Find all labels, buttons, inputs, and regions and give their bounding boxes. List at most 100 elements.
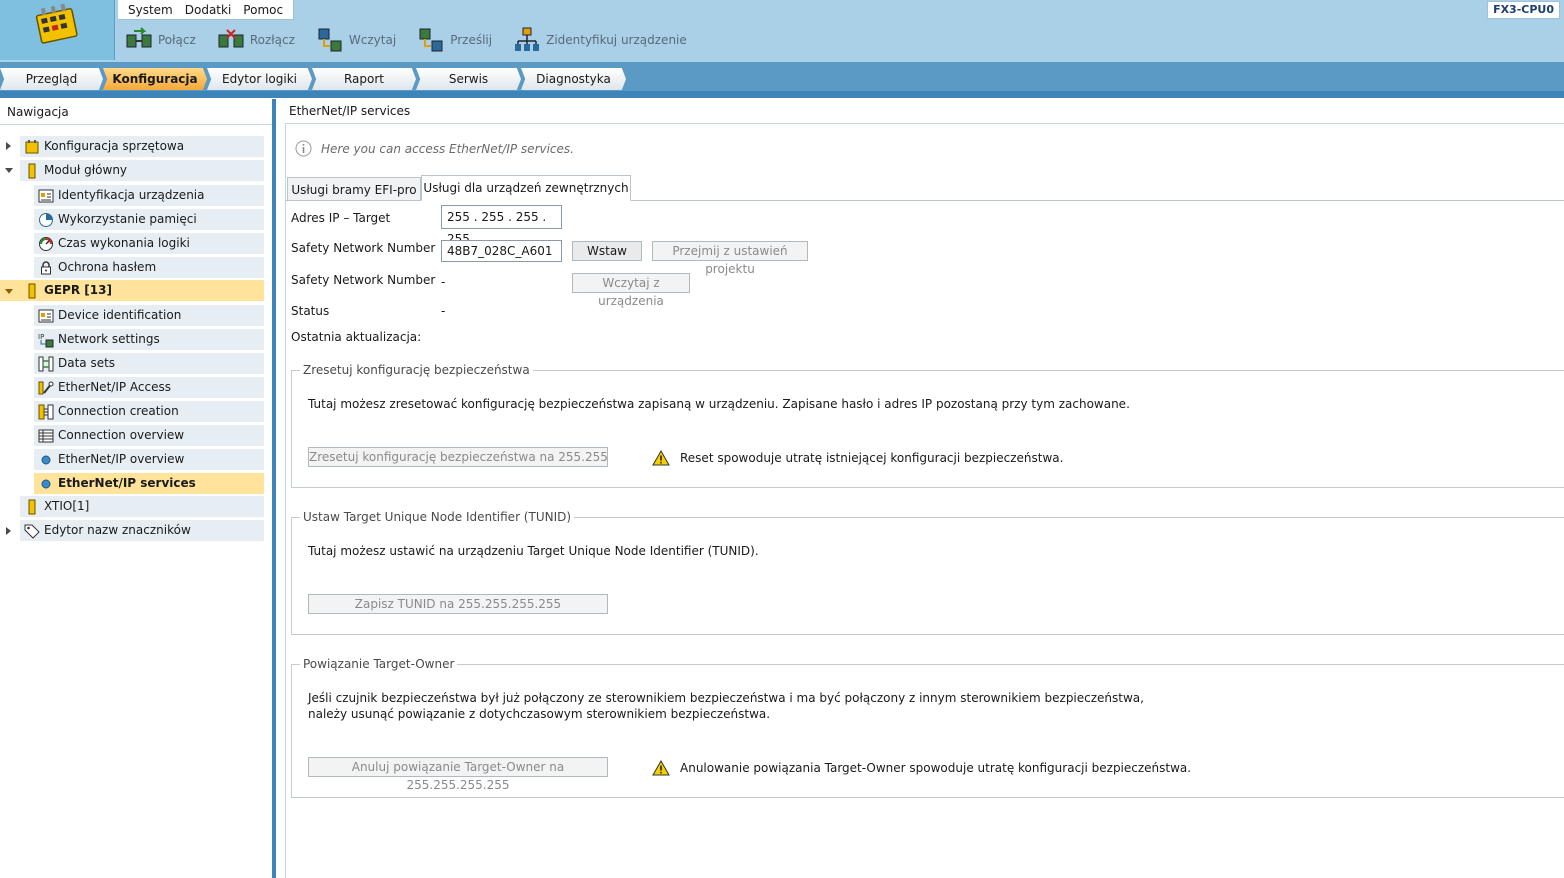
identify-device-button[interactable]: Zidentyfikuj urządzenie (506, 27, 687, 53)
load-from-device-button[interactable]: Wczytaj z urządzenia (572, 273, 690, 308)
insert-button[interactable]: Wstaw (572, 241, 642, 261)
tab-report[interactable]: Raport (312, 68, 416, 90)
identification-icon (38, 309, 54, 322)
cancel-target-owner-button[interactable]: Anuluj powiązanie Target-Owner na 255.25… (308, 757, 608, 792)
main-tab-strip-border (0, 91, 1564, 98)
main-panel: EtherNet/IP services Here you can access… (276, 99, 1564, 878)
nav-item-tag-name-editor[interactable]: Edytor nazw znaczników (20, 520, 264, 541)
connect-button[interactable]: Połącz (118, 27, 196, 53)
dot-icon (41, 455, 51, 464)
expander-main-module[interactable] (5, 168, 13, 173)
target-owner-warning: Anulowanie powiązania Target-Owner spowo… (652, 760, 1191, 776)
expander-gepr-arrow[interactable] (5, 289, 13, 294)
nav-item-label: Device identification (58, 308, 182, 322)
send-button[interactable]: Prześlij (410, 27, 492, 53)
nav-item-xtio[interactable]: XTIO[1] (20, 496, 264, 517)
info-icon (295, 140, 312, 157)
status-value: - (441, 304, 446, 318)
menu-bar: System Dodatki Pomoc (118, 0, 295, 20)
load-label: Wczytaj (348, 33, 397, 47)
reset-safety-config-group: Zresetuj konfigurację bezpieczeństwa (291, 363, 1564, 488)
target-owner-warning-text: Anulowanie powiązania Target-Owner spowo… (680, 761, 1192, 775)
nav-item-device-identification-pl[interactable]: Identyfikacja urządzenia (34, 185, 264, 206)
safety-network-number-label: Safety Network Number (291, 241, 436, 255)
connect-icon (126, 27, 152, 48)
dot-icon (41, 479, 51, 488)
reset-warning-text: Reset spowoduje utratę istniejącej konfi… (680, 451, 1064, 465)
ip-target-input[interactable]: 255 . 255 . 255 . 255 (441, 205, 562, 246)
page-title: EtherNet/IP services (289, 104, 411, 118)
nav-item-gepr[interactable]: GEPR [13] (20, 280, 264, 301)
reset-group-description: Tutaj możesz zresetować konfigurację bez… (308, 397, 1130, 411)
load-button[interactable]: Wczytaj (309, 27, 396, 53)
disconnect-button[interactable]: Rozłącz (210, 27, 295, 53)
disconnect-icon (218, 29, 244, 48)
device-safety-network-number-value: - (441, 275, 446, 289)
nav-item-label: Connection overview (58, 428, 185, 442)
tab-efi-pro-gateway-services[interactable]: Usługi bramy EFI-pro (287, 177, 421, 201)
device-label: FX3-CPU0 (1487, 1, 1560, 19)
toolbar: Połącz Rozłącz Wczytaj Prześlij Zidentyf… (118, 22, 701, 58)
nav-item-logic-execution-time[interactable]: Czas wykonania logiki (34, 233, 264, 254)
nav-item-label: Moduł główny (44, 163, 128, 177)
nav-item-label: Ochrona hasłem (58, 260, 157, 274)
warning-icon (652, 450, 670, 466)
expander-hardware-config[interactable] (6, 142, 11, 150)
send-icon (419, 28, 443, 52)
disconnect-label: Rozłącz (249, 33, 295, 47)
menu-extras[interactable]: Dodatki (179, 3, 238, 17)
menu-system[interactable]: System (122, 3, 179, 17)
navigation-panel: Nawigacja Konfiguracja sprzętowa Moduł g… (0, 99, 272, 878)
nav-item-label: Konfiguracja sprzętowa (44, 139, 185, 153)
nav-item-label: Czas wykonania logiki (58, 236, 190, 250)
tab-diagnostics[interactable]: Diagnostyka (521, 68, 626, 90)
nav-item-data-sets[interactable]: Data sets (34, 353, 264, 374)
nav-item-connection-overview[interactable]: Connection overview (34, 425, 264, 446)
target-owner-group-title: Powiązanie Target-Owner (303, 657, 455, 671)
nav-item-label: XTIO[1] (44, 499, 90, 513)
nav-item-ethernetip-access[interactable]: EtherNet/IP Access (34, 377, 264, 398)
tab-service[interactable]: Serwis (416, 68, 521, 90)
menu-help[interactable]: Pomoc (237, 3, 289, 17)
nav-item-ethernetip-overview[interactable]: EtherNet/IP overview (34, 449, 264, 470)
nav-item-device-identification[interactable]: Device identification (34, 305, 264, 326)
nav-item-ethernetip-services[interactable]: EtherNet/IP services (34, 473, 264, 494)
nav-item-label: Network settings (58, 332, 160, 346)
nav-item-connection-creation[interactable]: Connection creation (34, 401, 264, 422)
send-label: Prześlij (450, 33, 493, 47)
tab-overview[interactable]: Przegląd (0, 68, 103, 90)
nav-item-hardware-config[interactable]: Konfiguracja sprzętowa (20, 136, 264, 157)
warning-icon (652, 760, 670, 776)
tab-configuration[interactable]: Konfiguracja (103, 68, 207, 90)
app-logo (0, 0, 115, 60)
nav-item-main-module[interactable]: Moduł główny (20, 160, 264, 181)
tab-external-device-services[interactable]: Usługi dla urządzeń zewnętrznych (421, 175, 631, 201)
flexisoft-logo-icon (35, 3, 78, 44)
top-bar: System Dodatki Pomoc FX3-CPU0 Połącz Roz… (0, 0, 1564, 62)
save-tunid-button[interactable]: Zapisz TUNID na 255.255.255.255 (308, 594, 608, 614)
nav-item-label: Connection creation (58, 404, 179, 418)
expander-tag-name-editor[interactable] (6, 527, 11, 535)
target-owner-description-line1: Jeśli czujnik bezpieczeństwa był już poł… (308, 691, 1144, 705)
module-icon (28, 499, 36, 514)
nav-item-password-protection[interactable]: Ochrona hasłem (34, 257, 264, 278)
reset-safety-config-button[interactable]: Zresetuj konfigurację bezpieczeństwa na … (308, 447, 608, 467)
tunid-group: Ustaw Target Unique Node Identifier (TUN… (291, 510, 1564, 635)
gauge-icon (39, 236, 53, 251)
info-hint: Here you can access EtherNet/IP services… (295, 140, 574, 157)
apply-from-project-button[interactable]: Przejmij z ustawień projektu (652, 241, 808, 276)
load-icon (318, 28, 342, 52)
nav-item-network-settings[interactable]: IP Network settings (34, 329, 264, 350)
module-icon (28, 163, 36, 178)
module-icon (28, 283, 36, 298)
nav-item-label: Data sets (58, 356, 116, 370)
safety-network-number-input[interactable]: 48B7_028C_A601 (441, 240, 562, 262)
network-settings-icon: IP (38, 333, 54, 347)
title-divider (286, 123, 1564, 124)
tab-logic-editor[interactable]: Edytor logiki (207, 68, 312, 90)
nav-item-memory-usage[interactable]: Wykorzystanie pamięci (34, 209, 264, 230)
nav-item-label: Wykorzystanie pamięci (58, 212, 197, 226)
status-label: Status (291, 304, 330, 318)
connection-creation-icon (38, 404, 54, 419)
nav-item-label: Identyfikacja urządzenia (58, 188, 205, 202)
